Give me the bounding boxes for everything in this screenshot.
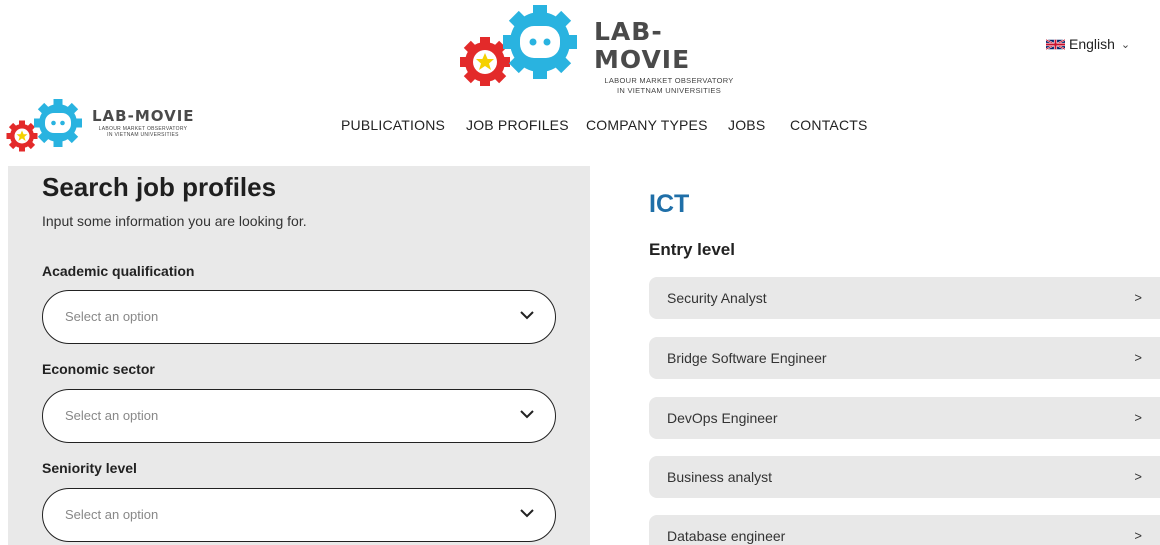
level-heading: Entry level	[649, 240, 735, 259]
job-item[interactable]: Database engineer >	[649, 515, 1160, 545]
chevron-down-icon	[520, 311, 534, 320]
select-placeholder: Select an option	[65, 309, 159, 324]
chevron-right-icon: >	[1134, 410, 1142, 425]
chevron-down-icon	[520, 410, 534, 419]
search-title: Search job profiles	[42, 172, 277, 202]
brand-title: LAB-MOVIE	[594, 17, 691, 74]
job-item[interactable]: Security Analyst >	[649, 277, 1160, 319]
job-title: Bridge Software Engineer	[667, 350, 827, 366]
job-item[interactable]: DevOps Engineer >	[649, 397, 1160, 439]
academic-qualification-select[interactable]: Select an option	[42, 290, 556, 344]
nav-jobs[interactable]: JOBS	[728, 117, 765, 133]
header-logo[interactable]: LAB-MOVIE LABOUR MARKET OBSERVATORY IN V…	[458, 4, 758, 95]
brand-subtitle-line1: LABOUR MARKET OBSERVATORY	[604, 76, 734, 85]
seniority-level-label: Seniority level	[42, 460, 137, 476]
select-placeholder: Select an option	[65, 507, 159, 522]
job-title: Business analyst	[667, 469, 773, 485]
brand-subtitle-line2: IN VIETNAM UNIVERSITIES	[617, 86, 721, 95]
seniority-level-select[interactable]: Select an option	[42, 488, 556, 542]
uk-flag-icon	[1046, 38, 1065, 50]
job-title: Security Analyst	[667, 290, 767, 306]
category-title: ICT	[649, 190, 690, 218]
search-panel: Search job profiles Input some informati…	[8, 166, 590, 545]
chevron-right-icon: >	[1134, 290, 1142, 305]
nav-publications[interactable]: PUBLICATIONS	[341, 117, 445, 133]
chevron-down-icon	[520, 509, 534, 518]
nav-company-types[interactable]: COMPANY TYPES	[586, 117, 708, 133]
language-selector[interactable]: English ⌄	[1046, 36, 1130, 52]
chevron-down-icon: ⌄	[1120, 38, 1131, 51]
brand-text: LAB-MOVIE LABOUR MARKET OBSERVATORY IN V…	[594, 18, 758, 96]
job-title: Database engineer	[667, 528, 786, 544]
select-placeholder: Select an option	[65, 408, 159, 423]
job-title: DevOps Engineer	[667, 410, 778, 426]
language-label: English	[1069, 36, 1115, 52]
academic-qualification-label: Academic qualification	[42, 263, 195, 279]
chevron-right-icon: >	[1134, 350, 1142, 365]
chevron-right-icon: >	[1134, 528, 1142, 543]
chevron-right-icon: >	[1134, 469, 1142, 484]
main-nav: PUBLICATIONS JOB PROFILES COMPANY TYPES …	[0, 117, 1160, 137]
economic-sector-label: Economic sector	[42, 361, 155, 377]
search-intro: Input some information you are looking f…	[42, 213, 307, 229]
nav-job-profiles[interactable]: JOB PROFILES	[466, 117, 569, 133]
gears-logo-icon	[460, 5, 577, 86]
economic-sector-select[interactable]: Select an option	[42, 389, 556, 443]
job-item[interactable]: Bridge Software Engineer >	[649, 337, 1160, 379]
nav-contacts[interactable]: CONTACTS	[790, 117, 868, 133]
job-item[interactable]: Business analyst >	[649, 456, 1160, 498]
